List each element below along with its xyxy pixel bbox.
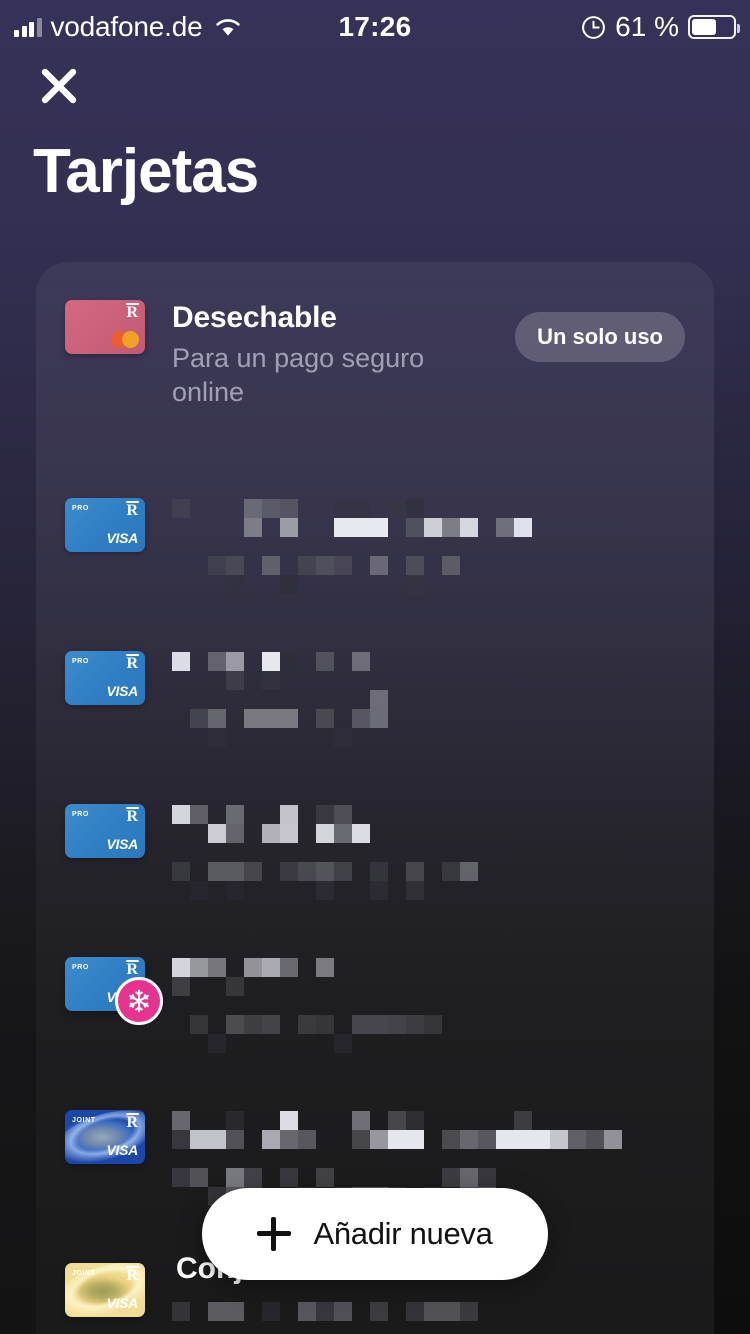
status-bar-right: 61 % <box>581 11 740 43</box>
status-badge[interactable]: Un solo uso <box>515 312 685 362</box>
card-tier-label: PRO <box>72 811 89 818</box>
censored-card-text <box>172 652 714 747</box>
app-screen: vodafone.de 17:26 61 % Tarjetas R Desech… <box>0 0 750 1334</box>
card-tier-label: JOINT <box>72 1270 96 1277</box>
card-thumbnail: JOINT R VISA <box>65 1263 145 1317</box>
card-thumbnail: R <box>65 300 145 354</box>
card-thumbnail: PRO R VISA <box>65 804 145 858</box>
card-title: Desechable <box>172 301 337 334</box>
status-bar: vodafone.de 17:26 61 % <box>0 0 750 54</box>
visa-logo-icon: VISA <box>106 683 139 699</box>
list-item[interactable]: PRO R VISA <box>36 804 714 900</box>
joint-visa-card-blue: JOINT R VISA <box>65 1110 145 1164</box>
card-tier-label: PRO <box>72 505 89 512</box>
censored-card-text <box>172 805 714 900</box>
add-new-card-button[interactable]: Añadir nueva <box>202 1188 548 1280</box>
revolut-logo-icon: R <box>126 1266 139 1284</box>
list-item-text <box>172 651 714 747</box>
list-item[interactable]: R Desechable Para un pago seguro online … <box>36 300 714 410</box>
revolut-logo-icon: R <box>126 303 139 321</box>
list-item-text: Desechable Para un pago seguro online <box>172 300 515 410</box>
visa-logo-icon: VISA <box>106 530 139 546</box>
card-thumbnail: PRO R VISA <box>65 957 163 1025</box>
disposable-mastercard-card: R <box>65 300 145 354</box>
close-icon[interactable] <box>33 60 85 112</box>
list-item[interactable]: JOINT R VISA <box>36 1110 714 1206</box>
card-tier-label: PRO <box>72 658 89 665</box>
card-tier-label: JOINT <box>72 1117 96 1124</box>
pro-visa-card: PRO R VISA <box>65 804 145 858</box>
list-item-text <box>172 957 714 1053</box>
censored-card-text <box>172 1111 714 1206</box>
card-tier-label: PRO <box>72 964 89 971</box>
revolut-logo-icon: R <box>126 807 139 825</box>
card-thumbnail: PRO R VISA <box>65 498 145 552</box>
rotation-lock-icon <box>581 15 606 40</box>
visa-logo-icon: VISA <box>106 1295 139 1311</box>
censored-card-text <box>172 499 714 594</box>
revolut-logo-icon: R <box>126 654 139 672</box>
pro-visa-card: PRO R VISA <box>65 498 145 552</box>
list-item[interactable]: PRO R VISA <box>36 498 714 594</box>
cards-list-panel: R Desechable Para un pago seguro online … <box>36 262 714 1334</box>
card-thumbnail: JOINT R VISA <box>65 1110 145 1164</box>
card-thumbnail: PRO R VISA <box>65 651 145 705</box>
snowflake-icon <box>115 977 163 1025</box>
revolut-logo-icon: R <box>126 501 139 519</box>
page-title: Tarjetas <box>33 137 259 206</box>
battery-icon <box>688 15 740 39</box>
joint-visa-card-gold: JOINT R VISA <box>65 1263 145 1317</box>
revolut-logo-icon: R <box>126 960 139 978</box>
list-item[interactable]: PRO R VISA <box>36 651 714 747</box>
visa-logo-icon: VISA <box>106 1142 139 1158</box>
censored-card-text <box>172 958 714 1053</box>
pro-visa-card: PRO R VISA <box>65 651 145 705</box>
list-item-text <box>172 1110 714 1206</box>
add-new-card-label: Añadir nueva <box>313 1216 493 1251</box>
revolut-logo-icon: R <box>126 1113 139 1131</box>
visa-logo-icon: VISA <box>106 836 139 852</box>
list-item-text <box>172 804 714 900</box>
battery-percent-label: 61 % <box>615 11 679 42</box>
panel-edge-shadow <box>714 262 750 1334</box>
plus-icon <box>257 1217 292 1251</box>
mastercard-icon <box>111 331 139 348</box>
card-subtitle: Para un pago seguro online <box>172 343 425 408</box>
list-item-text <box>172 498 714 594</box>
list-item[interactable]: PRO R VISA <box>36 957 714 1053</box>
